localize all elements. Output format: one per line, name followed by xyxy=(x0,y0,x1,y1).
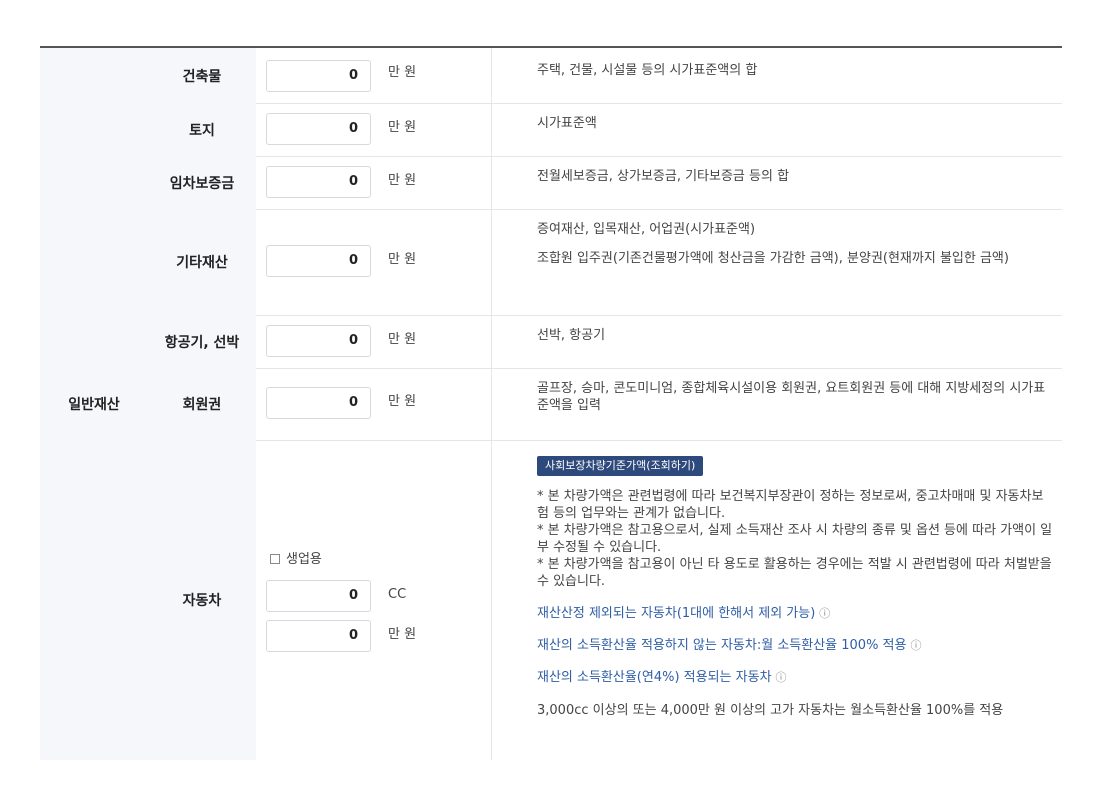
unit-label: 만 원 xyxy=(388,120,417,135)
asset-form-table: 일반재산 건축물 0 만 원 주택, 건물, 시설물 등의 시가표준액의 합 토… xyxy=(40,46,1062,760)
row-label: 건축물 xyxy=(148,48,256,103)
unit-label: 만 원 xyxy=(388,252,417,267)
unit-label: 만 원 xyxy=(388,332,417,347)
annual-rate-car-link[interactable]: 재산의 소득환산율(연4%) 적용되는 자동차 xyxy=(537,670,772,685)
building-value-input[interactable]: 0 xyxy=(266,60,371,92)
row-aircraft-ship: 항공기, 선박 0 만 원 선박, 항공기 xyxy=(148,315,1062,369)
row-label: 자동차 xyxy=(148,440,256,760)
row-description: 골프장, 승마, 콘도미니엄, 종합체육시설이용 회원권, 요트회원권 등에 대… xyxy=(537,381,1046,413)
info-icon[interactable]: ⓘ xyxy=(819,605,830,622)
row-label: 회원권 xyxy=(148,368,256,440)
unit-label: 만 원 xyxy=(388,173,417,188)
car-footnote: 3,000cc 이상의 또는 4,000만 원 이상의 고가 자동차는 월소득환… xyxy=(537,703,1004,718)
row-description: 조합원 입주권(기존건물평가액에 청산금을 가감한 금액), 분양권(현재까지 … xyxy=(537,251,1009,266)
car-cc-input[interactable]: 0 xyxy=(266,580,371,612)
info-icon[interactable]: ⓘ xyxy=(910,637,921,654)
row-description: 증여재산, 입목재산, 어업권(시가표준액) xyxy=(537,222,756,237)
category-label: 일반재산 xyxy=(40,48,149,760)
row-membership: 회원권 0 만 원 골프장, 승마, 콘도미니엄, 종합체육시설이용 회원권, … xyxy=(148,368,1062,441)
row-label: 기타재산 xyxy=(148,209,256,315)
business-use-checkbox[interactable]: 생업용 xyxy=(270,548,322,567)
unit-label: 만 원 xyxy=(388,394,417,409)
checkbox-icon[interactable] xyxy=(270,554,280,564)
row-car: 자동차 생업용 0 CC 0 만 원 사회보장차량기준가액(조회하기) * 본 … xyxy=(148,440,1062,760)
row-description: 선박, 항공기 xyxy=(537,328,606,343)
checkbox-label: 생업용 xyxy=(286,552,322,567)
row-label: 토지 xyxy=(148,103,256,156)
car-note: * 본 차량가액은 참고용으로서, 실제 소득재산 조사 시 차량의 종류 및 … xyxy=(537,523,1053,555)
membership-input[interactable]: 0 xyxy=(266,387,371,419)
aircraft-ship-input[interactable]: 0 xyxy=(266,325,371,357)
row-land: 토지 0 만 원 시가표준액 xyxy=(148,103,1062,157)
row-building: 건축물 0 만 원 주택, 건물, 시설물 등의 시가표준액의 합 xyxy=(148,48,1062,104)
row-label: 임차보증금 xyxy=(148,156,256,209)
row-description: 전월세보증금, 상가보증금, 기타보증금 등의 합 xyxy=(537,169,790,184)
info-icon[interactable]: ⓘ xyxy=(776,669,787,686)
lease-deposit-input[interactable]: 0 xyxy=(266,166,371,198)
cc-unit: CC xyxy=(388,587,407,602)
no-conversion-car-link[interactable]: 재산의 소득환산율 적용하지 않는 자동차:월 소득환산율 100% 적용 xyxy=(537,638,906,653)
land-value-input[interactable]: 0 xyxy=(266,113,371,145)
vehicle-price-lookup-button[interactable]: 사회보장차량기준가액(조회하기) xyxy=(537,456,704,476)
row-description: 시가표준액 xyxy=(537,116,597,131)
car-price-input[interactable]: 0 xyxy=(266,620,371,652)
unit-label: 만 원 xyxy=(388,627,417,642)
row-label: 항공기, 선박 xyxy=(148,315,256,368)
row-other-assets: 기타재산 0 만 원 증여재산, 입목재산, 어업권(시가표준액) 조합원 입주… xyxy=(148,209,1062,316)
unit-label: 만 원 xyxy=(388,65,417,80)
excluded-car-link[interactable]: 재산산정 제외되는 자동차(1대에 한해서 제외 가능) xyxy=(537,606,815,621)
other-assets-input[interactable]: 0 xyxy=(266,245,371,277)
row-lease-deposit: 임차보증금 0 만 원 전월세보증금, 상가보증금, 기타보증금 등의 합 xyxy=(148,156,1062,210)
car-note: * 본 차량가액을 참고용이 아닌 타 용도로 활용하는 경우에는 적발 시 관… xyxy=(537,557,1052,589)
car-note: * 본 차량가액은 관련법령에 따라 보건복지부장관이 정하는 정보로써, 중고… xyxy=(537,489,1044,521)
row-description: 주택, 건물, 시설물 등의 시가표준액의 합 xyxy=(537,63,758,78)
